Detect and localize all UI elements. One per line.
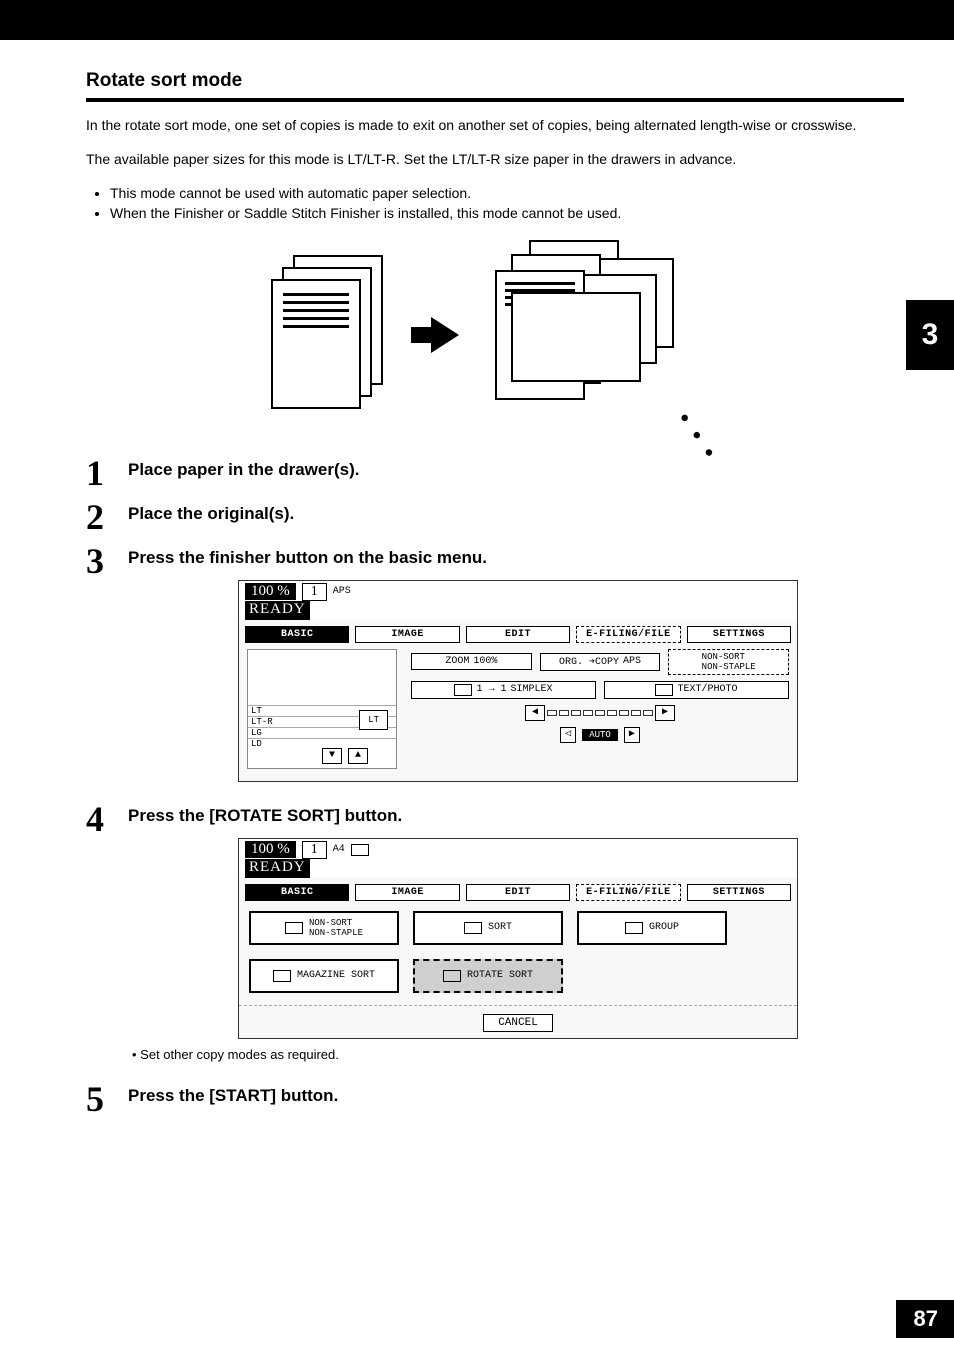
output-paper-stack: • • • — [489, 240, 719, 430]
intro-paragraph-1: In the rotate sort mode, one set of copi… — [86, 116, 904, 136]
ellipsis-icon: • • • — [671, 407, 725, 467]
steps-list: Place paper in the drawer(s). Place the … — [86, 460, 904, 1106]
zoom-button[interactable]: ZOOM 100% — [411, 653, 532, 670]
zoom-value: 100% — [473, 656, 497, 667]
magazine-icon — [273, 970, 291, 982]
status-ready: READY — [245, 859, 310, 878]
org-label: ORG. ➔COPY — [559, 656, 619, 668]
page-number: 87 — [896, 1300, 954, 1338]
group-icon — [625, 922, 643, 934]
paper-icon — [351, 844, 369, 856]
nonsort-icon — [285, 922, 303, 934]
section-heading: Rotate sort mode — [86, 70, 904, 102]
nonsort-label: NON-SORT NON-STAPLE — [309, 918, 363, 938]
density-right-button[interactable]: ▶ — [655, 705, 675, 721]
rotate-sort-button[interactable]: ROTATE SORT — [413, 959, 563, 993]
tab-bar: BASIC IMAGE EDIT E-FILING/FILE SETTINGS — [239, 878, 797, 901]
density-max-button[interactable]: ▶ — [624, 727, 640, 743]
source-paper-stack — [271, 255, 401, 415]
tab-edit[interactable]: EDIT — [466, 626, 570, 643]
finisher-button[interactable]: NON-SORT NON-STAPLE — [668, 649, 789, 675]
sort-button[interactable]: SORT — [413, 911, 563, 945]
tab-efiling[interactable]: E-FILING/FILE — [576, 626, 680, 643]
tab-image[interactable]: IMAGE — [355, 626, 459, 643]
arrow-up-button[interactable]: ▲ — [348, 748, 368, 764]
group-button[interactable]: GROUP — [577, 911, 727, 945]
tab-basic[interactable]: BASIC — [245, 884, 349, 901]
duplex-value: SIMPLEX — [511, 684, 553, 695]
tab-bar: BASIC IMAGE EDIT E-FILING/FILE SETTINGS — [239, 620, 797, 643]
tab-image[interactable]: IMAGE — [355, 884, 459, 901]
tab-settings[interactable]: SETTINGS — [687, 884, 791, 901]
tab-efiling[interactable]: E-FILING/FILE — [576, 884, 680, 901]
magazine-label: MAGAZINE SORT — [297, 970, 375, 981]
nonsort-button[interactable]: NON-SORT NON-STAPLE — [249, 911, 399, 945]
original-mode-button[interactable]: TEXT/PHOTO — [604, 681, 789, 699]
original-mode-label: TEXT/PHOTO — [677, 684, 737, 695]
original-mode-icon — [655, 684, 673, 696]
lcd-panel-finisher: 100 % 1 A4 READY BASIC IMAGE EDIT E-FILI… — [238, 838, 798, 1039]
step-note: • Set other copy modes as required. — [132, 1047, 904, 1062]
note-item: This mode cannot be used with automatic … — [110, 183, 904, 203]
paper-label: A4 — [333, 844, 345, 855]
basic-right-column: ZOOM 100% ORG. ➔COPY APS NON-SORT NON-ST… — [411, 649, 789, 769]
step-title: Place paper in the drawer(s). — [128, 460, 904, 480]
note-item: When the Finisher or Saddle Stitch Finis… — [110, 203, 904, 223]
auto-density-button[interactable]: AUTO — [582, 729, 618, 741]
density-bar: ◀ ▶ — [411, 705, 789, 721]
step-5: Press the [START] button. — [86, 1086, 904, 1106]
drawer-bypass[interactable]: LT — [359, 710, 388, 730]
step-title: Press the [START] button. — [128, 1086, 904, 1106]
step-title: Press the finisher button on the basic m… — [128, 548, 904, 568]
sort-label: SORT — [488, 922, 512, 933]
zoom-percent: 100 % — [245, 841, 296, 858]
copy-quantity: 1 — [302, 583, 327, 601]
panel-header: 100 % 1 APS READY — [239, 581, 797, 620]
duplex-label: 1 → 1 — [476, 684, 506, 695]
step-3: Press the finisher button on the basic m… — [86, 548, 904, 782]
magazine-sort-button[interactable]: MAGAZINE SORT — [249, 959, 399, 993]
arrow-down-button[interactable]: ▼ — [322, 748, 342, 764]
drawer-diagram[interactable]: LT LT-R LG LD LT ▼ ▲ — [247, 649, 397, 769]
note-list: This mode cannot be used with automatic … — [110, 183, 904, 224]
step-2: Place the original(s). — [86, 504, 904, 524]
arrow-right-icon — [431, 317, 459, 353]
step-title: Press the [ROTATE SORT] button. — [128, 806, 904, 826]
group-label: GROUP — [649, 922, 679, 933]
cancel-button[interactable]: CANCEL — [483, 1014, 553, 1032]
rotate-sort-label: ROTATE SORT — [467, 970, 533, 981]
step-1: Place paper in the drawer(s). — [86, 460, 904, 480]
rotate-sort-icon — [443, 970, 461, 982]
panel-header: 100 % 1 A4 READY — [239, 839, 797, 878]
tab-settings[interactable]: SETTINGS — [687, 626, 791, 643]
status-ready: READY — [245, 601, 310, 620]
page-content: Rotate sort mode In the rotate sort mode… — [0, 40, 954, 1106]
intro-paragraph-2: The available paper sizes for this mode … — [86, 150, 904, 170]
lcd-panel-basic: 100 % 1 APS READY BASIC IMAGE EDIT E-FIL… — [238, 580, 798, 782]
zoom-label: ZOOM — [445, 656, 469, 667]
step-4: Press the [ROTATE SORT] button. 100 % 1 … — [86, 806, 904, 1062]
tab-basic[interactable]: BASIC — [245, 626, 349, 643]
mode-label: APS — [333, 586, 351, 597]
density-min-button[interactable]: ◁ — [560, 727, 576, 743]
orig-copy-button[interactable]: ORG. ➔COPY APS — [540, 653, 661, 671]
tab-edit[interactable]: EDIT — [466, 884, 570, 901]
rotate-sort-diagram: • • • — [86, 240, 904, 430]
chapter-tab: 3 — [906, 300, 954, 370]
density-left-button[interactable]: ◀ — [525, 705, 545, 721]
org-value: APS — [623, 656, 641, 667]
sort-icon — [464, 922, 482, 934]
copy-quantity: 1 — [302, 841, 327, 859]
zoom-percent: 100 % — [245, 583, 296, 600]
top-black-bar — [0, 0, 954, 40]
finisher-options: NON-SORT NON-STAPLE SORT GROUP MAGAZINE … — [239, 901, 797, 999]
simplex-icon — [454, 684, 472, 696]
step-title: Place the original(s). — [128, 504, 904, 524]
duplex-button[interactable]: 1 → 1 SIMPLEX — [411, 681, 596, 699]
